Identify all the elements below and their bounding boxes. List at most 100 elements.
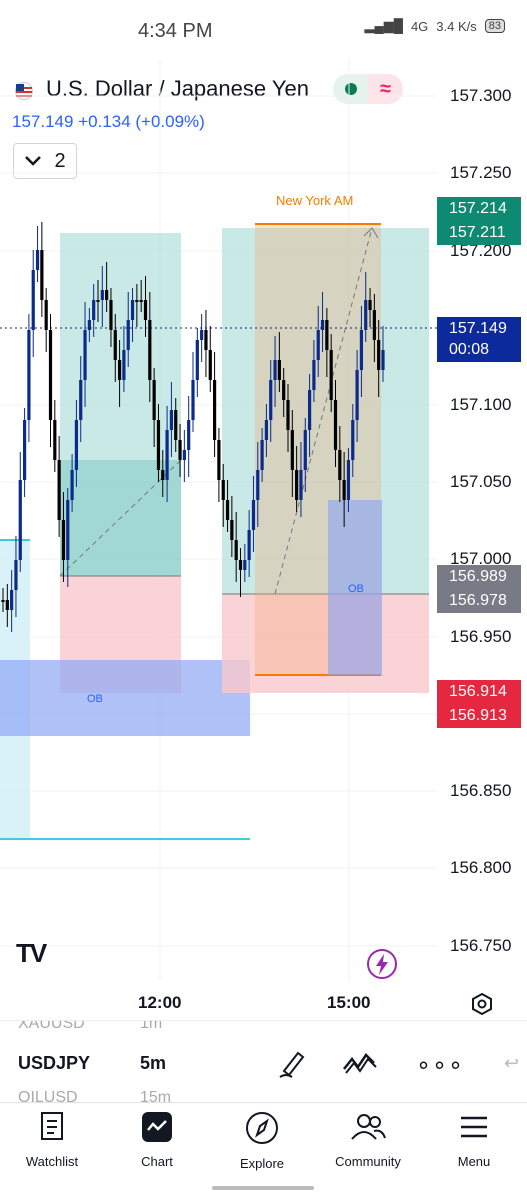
candle-body — [187, 420, 191, 450]
nav-watchlist[interactable]: Watchlist — [2, 1111, 102, 1169]
candle-body — [342, 480, 346, 500]
candle-body — [277, 360, 281, 380]
candle-body — [273, 360, 277, 380]
symbol-picker-strip[interactable]: XAUUSD 1m USDJPY 5m OILUSD 15m ∘∘∘ ↩ — [0, 1020, 527, 1103]
nav-explore[interactable]: Explore — [212, 1111, 312, 1171]
candle-body — [135, 300, 139, 302]
candle-body — [161, 470, 165, 480]
candle-body — [303, 430, 307, 470]
candle-body — [178, 440, 182, 460]
nav-community[interactable]: Community — [318, 1111, 418, 1169]
candle-body — [18, 480, 22, 560]
time-tick: 12:00 — [138, 993, 182, 1012]
ob-label-1: OB — [87, 693, 103, 705]
candle-body — [251, 500, 256, 530]
nav-chart[interactable]: Chart — [107, 1111, 207, 1169]
candle-body — [191, 380, 195, 420]
candle-body — [74, 420, 79, 470]
candle-body — [316, 330, 320, 360]
candle-body — [234, 540, 238, 560]
candle-body — [221, 480, 225, 500]
candle-body — [83, 330, 87, 380]
strip-interval-prev[interactable]: 1m — [140, 1021, 162, 1033]
nav-menu[interactable]: Menu — [424, 1111, 524, 1169]
more-options-icon[interactable]: ∘∘∘ — [416, 1051, 464, 1080]
candle-body — [130, 300, 135, 320]
candle-body — [1, 600, 5, 602]
candle-body — [143, 300, 148, 320]
candle-body — [139, 300, 143, 302]
candle-body — [22, 420, 27, 480]
candle-body — [325, 320, 329, 350]
candle-body — [295, 470, 299, 500]
candle-body — [14, 560, 18, 590]
candle-body — [338, 450, 342, 480]
candle-body — [195, 340, 199, 380]
chart-icon — [142, 1112, 172, 1142]
candle-body — [126, 320, 130, 350]
candle-body — [299, 470, 303, 500]
candle-body — [200, 330, 204, 340]
tradingview-logo-icon: TV — [16, 938, 47, 968]
candle-body — [152, 380, 156, 420]
candle-body — [44, 300, 48, 330]
price-tick: 156.750 — [450, 936, 512, 955]
undo-icon[interactable]: ↩ — [504, 1053, 519, 1074]
candle-body — [48, 330, 53, 420]
home-indicator — [212, 1186, 314, 1190]
price-tick: 156.850 — [450, 781, 512, 800]
time-tick: 15:00 — [327, 993, 371, 1012]
candle-body — [372, 310, 376, 340]
price-tick: 157.250 — [450, 163, 512, 182]
candle-body — [346, 460, 351, 500]
candle-body — [148, 320, 152, 380]
price-tick: 157.300 — [450, 86, 512, 105]
stop-price-tag-2: 156.913 — [437, 704, 521, 728]
candle-body — [333, 400, 338, 450]
candle-body — [113, 330, 117, 360]
strip-symbol-current[interactable]: USDJPY — [18, 1053, 90, 1074]
candle-body — [105, 290, 109, 300]
candle-body — [208, 350, 212, 380]
strip-interval-current[interactable]: 5m — [140, 1053, 166, 1074]
candle-body — [5, 600, 9, 610]
candle-body — [100, 290, 104, 300]
candle-body — [10, 590, 14, 610]
compass-icon — [246, 1112, 278, 1144]
indicators-wave-icon[interactable] — [342, 1049, 378, 1077]
candle-body — [40, 250, 44, 300]
session-label: New York AM — [276, 193, 353, 208]
candle-body — [96, 300, 100, 302]
nav-watchlist-label: Watchlist — [25, 1154, 79, 1169]
candle-body — [169, 410, 174, 430]
ob-label-2: OB — [348, 583, 364, 595]
price-tick: 157.100 — [450, 395, 512, 414]
candle-body — [117, 360, 122, 380]
chart-settings-icon[interactable] — [470, 992, 494, 1016]
nav-menu-label: Menu — [457, 1154, 491, 1169]
candle-body — [256, 470, 260, 500]
strip-symbol-prev[interactable]: XAUUSD — [18, 1021, 85, 1033]
candle-body — [61, 520, 66, 560]
candle-body — [359, 330, 364, 370]
candle-body — [238, 560, 243, 570]
candle-body — [247, 530, 251, 560]
watchlist-icon — [41, 1112, 63, 1140]
candle-body — [182, 450, 186, 460]
candle-body — [312, 360, 316, 390]
candle-body — [230, 520, 234, 540]
candle-body — [66, 500, 70, 560]
candle-body — [286, 400, 290, 430]
candle-body — [156, 420, 161, 470]
candle-body — [260, 440, 264, 470]
candle-body — [35, 250, 40, 270]
lightning-icon[interactable] — [366, 948, 398, 980]
candle-body — [165, 430, 169, 480]
drawing-pen-icon[interactable] — [276, 1047, 308, 1079]
stop-price-tag: 156.914 — [437, 680, 521, 704]
strip-symbol-next[interactable]: OILUSD — [18, 1089, 78, 1103]
price-tick: 156.950 — [450, 627, 512, 646]
strip-interval-next[interactable]: 15m — [140, 1089, 171, 1103]
candle-body — [381, 350, 385, 370]
candle-body — [174, 410, 178, 440]
